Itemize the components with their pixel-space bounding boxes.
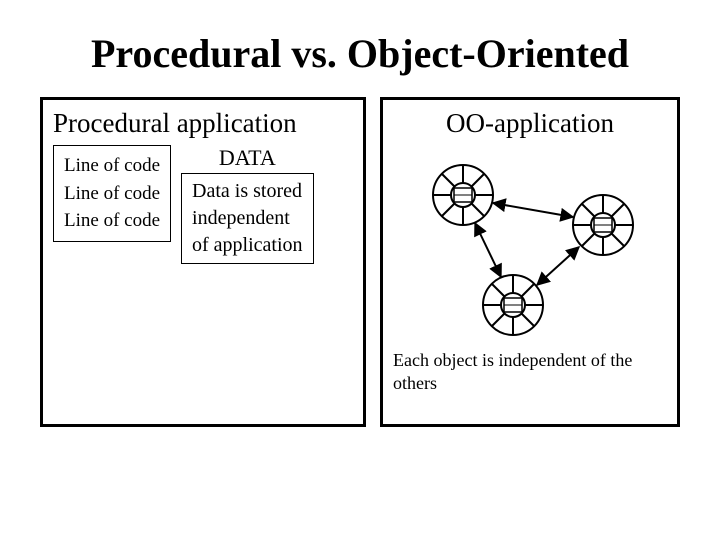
data-stack: DATA Data is stored independent of appli…: [181, 145, 314, 264]
slide: Procedural vs. Object-Oriented Procedura…: [0, 0, 720, 447]
data-text-line: of application: [192, 232, 303, 259]
code-box: Line of code Line of code Line of code: [53, 145, 171, 242]
object-node-icon: [433, 165, 493, 225]
oo-svg: [393, 145, 673, 345]
panels-row: Procedural application Line of code Line…: [40, 97, 680, 427]
data-box: Data is stored independent of applicatio…: [181, 173, 314, 264]
data-label: DATA: [219, 145, 276, 171]
double-arrow-icon: [537, 247, 579, 285]
data-text-line: Data is stored: [192, 178, 303, 205]
oo-diagram: [393, 145, 667, 345]
oo-caption: Each object is independent of the others: [393, 349, 667, 394]
code-line: Line of code: [64, 207, 160, 235]
code-line: Line of code: [64, 152, 160, 180]
data-text-line: independent: [192, 205, 303, 232]
double-arrow-icon: [493, 203, 573, 217]
oo-panel: OO-application: [380, 97, 680, 427]
procedural-body: Line of code Line of code Line of code D…: [53, 145, 353, 264]
double-arrow-icon: [475, 223, 501, 277]
slide-title: Procedural vs. Object-Oriented: [40, 30, 680, 77]
procedural-panel: Procedural application Line of code Line…: [40, 97, 366, 427]
object-node-icon: [483, 275, 543, 335]
object-node-icon: [573, 195, 633, 255]
code-line: Line of code: [64, 180, 160, 208]
oo-heading: OO-application: [393, 108, 667, 139]
procedural-heading: Procedural application: [53, 108, 353, 139]
